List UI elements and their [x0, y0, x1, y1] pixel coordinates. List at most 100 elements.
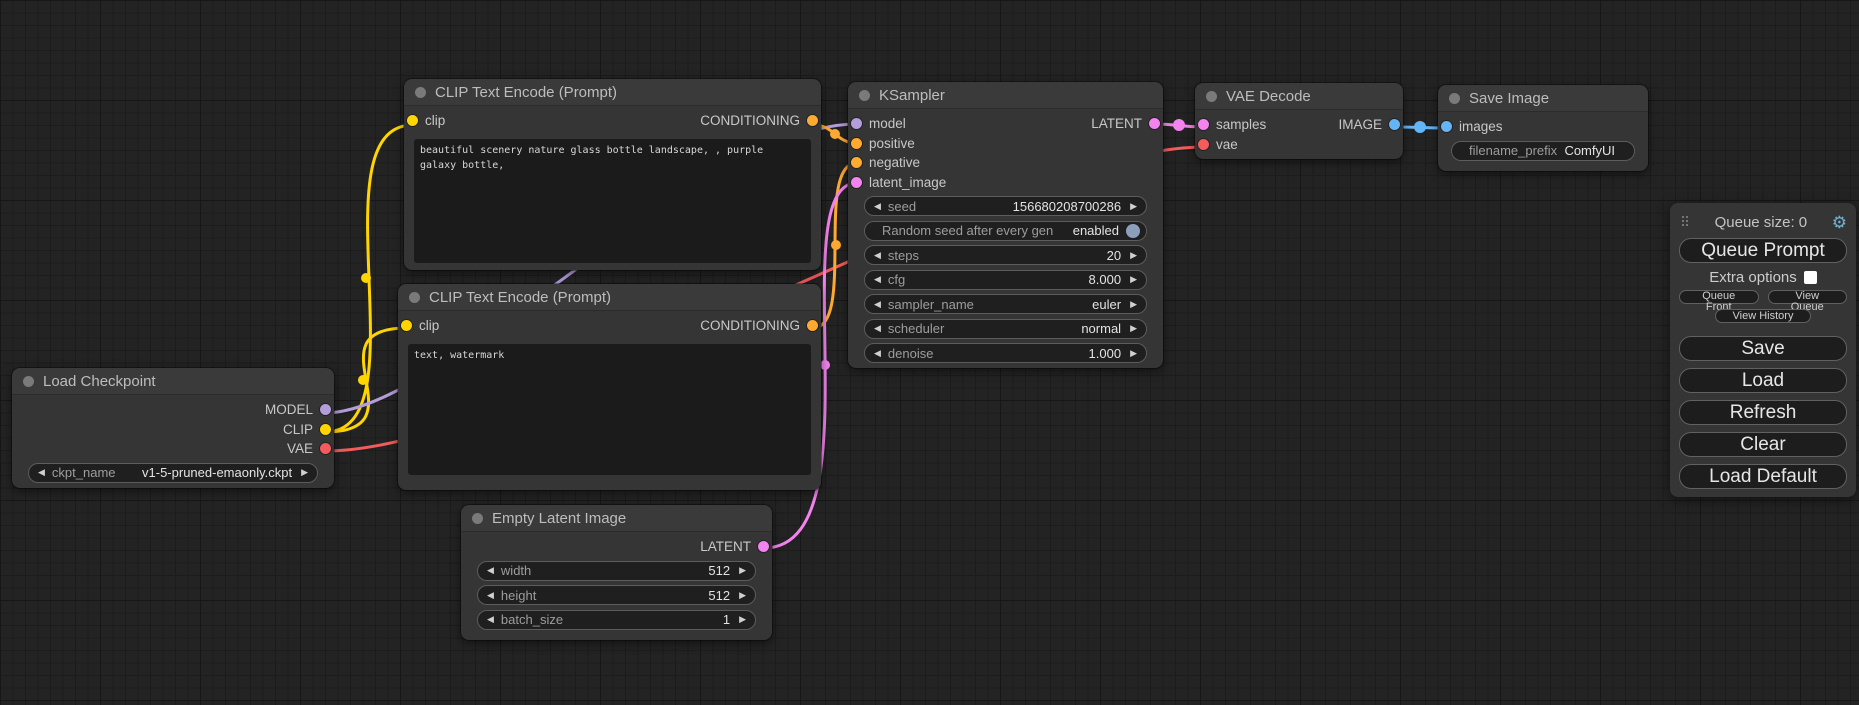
output-pin-conditioning[interactable]	[807, 115, 818, 126]
save-button[interactable]: Save	[1679, 336, 1847, 361]
output-pin-latent[interactable]	[758, 541, 769, 552]
increment-arrow-icon[interactable]: ▶	[1130, 275, 1137, 284]
output-pin-latent[interactable]	[1149, 118, 1160, 129]
widget-label: filename_prefix	[1469, 143, 1557, 158]
wire-midpoint-dot	[820, 360, 830, 370]
settings-gear-icon[interactable]: ⚙	[1832, 214, 1847, 231]
node-title: KSampler	[879, 87, 945, 104]
widget-label: denoise	[888, 346, 934, 361]
input-pin-images[interactable]	[1441, 121, 1452, 132]
increment-arrow-icon[interactable]: ▶	[1130, 349, 1137, 358]
widget-label: seed	[888, 199, 916, 214]
output-pin-image[interactable]	[1389, 119, 1400, 130]
node-header[interactable]: CLIP Text Encode (Prompt)	[398, 284, 821, 311]
input-label-images: images	[1459, 119, 1503, 134]
widget-denoise[interactable]: ◀ denoise 1.000 ▶	[864, 343, 1147, 363]
input-pin-samples[interactable]	[1198, 119, 1209, 130]
increment-arrow-icon[interactable]: ▶	[1130, 202, 1137, 211]
decrement-arrow-icon[interactable]: ◀	[874, 349, 881, 358]
output-pin-vae[interactable]	[320, 443, 331, 454]
output-pin-conditioning[interactable]	[807, 320, 818, 331]
widget-steps[interactable]: ◀ steps 20 ▶	[864, 245, 1147, 265]
input-pin-latent-image[interactable]	[851, 177, 862, 188]
decrement-arrow-icon[interactable]: ◀	[874, 300, 881, 309]
prompt-textarea[interactable]: text, watermark	[408, 344, 811, 475]
input-pin-clip[interactable]	[401, 320, 412, 331]
decrement-arrow-icon[interactable]: ◀	[487, 566, 494, 575]
decrement-arrow-icon[interactable]: ◀	[874, 324, 881, 333]
widget-label: cfg	[888, 272, 905, 287]
input-pin-model[interactable]	[851, 118, 862, 129]
node-title: CLIP Text Encode (Prompt)	[429, 289, 611, 306]
output-pin-model[interactable]	[320, 404, 331, 415]
queue-menu-panel: Queue size: 0 ⚙ Queue Prompt Extra optio…	[1670, 203, 1856, 497]
widget-scheduler[interactable]: ◀ scheduler normal ▶	[864, 319, 1147, 339]
widget-sampler-name[interactable]: ◀ sampler_name euler ▶	[864, 294, 1147, 314]
view-queue-button[interactable]: View Queue	[1768, 290, 1848, 304]
view-history-button[interactable]: View History	[1715, 309, 1811, 323]
decrement-arrow-icon[interactable]: ◀	[487, 615, 494, 624]
input-pin-clip[interactable]	[407, 115, 418, 126]
increment-arrow-icon[interactable]: ▶	[739, 591, 746, 600]
widget-height[interactable]: ◀ height 512 ▶	[477, 585, 756, 605]
increment-arrow-icon[interactable]: ▶	[1130, 300, 1137, 309]
extra-options-checkbox[interactable]	[1804, 271, 1817, 284]
toggle-indicator[interactable]	[1126, 224, 1140, 238]
node-collapse-dot[interactable]	[415, 87, 426, 98]
queue-prompt-button[interactable]: Queue Prompt	[1679, 238, 1847, 263]
node-title: Empty Latent Image	[492, 510, 626, 527]
clear-button[interactable]: Clear	[1679, 432, 1847, 457]
decrement-arrow-icon[interactable]: ◀	[874, 202, 881, 211]
load-button[interactable]: Load	[1679, 368, 1847, 393]
input-pin-positive[interactable]	[851, 138, 862, 149]
node-header[interactable]: Load Checkpoint	[12, 368, 334, 395]
node-header[interactable]: Save Image	[1438, 85, 1648, 112]
extra-options-label: Extra options	[1709, 269, 1797, 286]
increment-arrow-icon[interactable]: ▶	[739, 566, 746, 575]
wire-midpoint-dot	[830, 129, 840, 139]
output-label-latent: LATENT	[1091, 116, 1142, 131]
increment-arrow-icon[interactable]: ▶	[739, 615, 746, 624]
output-pin-clip[interactable]	[320, 424, 331, 435]
widget-seed[interactable]: ◀ seed 156680208700286 ▶	[864, 196, 1147, 216]
decrement-arrow-icon[interactable]: ◀	[487, 591, 494, 600]
node-collapse-dot[interactable]	[1206, 91, 1217, 102]
node-header[interactable]: Empty Latent Image	[461, 505, 772, 532]
decrement-arrow-icon[interactable]: ◀	[874, 275, 881, 284]
wire-midpoint-dot	[831, 240, 841, 250]
decrement-arrow-icon[interactable]: ◀	[38, 468, 45, 477]
node-header[interactable]: VAE Decode	[1195, 83, 1403, 110]
widget-label: height	[501, 588, 536, 603]
decrement-arrow-icon[interactable]: ◀	[874, 251, 881, 260]
widget-random-seed-toggle[interactable]: Random seed after every gen enabled	[864, 221, 1147, 241]
increment-arrow-icon[interactable]: ▶	[1130, 324, 1137, 333]
node-empty-latent-image: Empty Latent Image LATENT ◀ width 512 ▶ …	[461, 505, 772, 640]
widget-filename-prefix[interactable]: filename_prefix ComfyUI	[1451, 141, 1635, 161]
input-pin-vae[interactable]	[1198, 139, 1209, 150]
widget-label: Random seed after every gen	[882, 223, 1053, 238]
node-header[interactable]: CLIP Text Encode (Prompt)	[404, 79, 821, 106]
node-header[interactable]: KSampler	[848, 82, 1163, 109]
node-graph-canvas[interactable]: Load Checkpoint MODEL CLIP VAE ◀ ckpt_na…	[0, 0, 1859, 705]
node-collapse-dot[interactable]	[23, 376, 34, 387]
prompt-textarea[interactable]: beautiful scenery nature glass bottle la…	[414, 139, 811, 263]
load-default-button[interactable]: Load Default	[1679, 464, 1847, 489]
queue-front-button[interactable]: Queue Front	[1679, 290, 1759, 304]
node-collapse-dot[interactable]	[409, 292, 420, 303]
widget-value: 20	[1107, 248, 1121, 263]
node-collapse-dot[interactable]	[472, 513, 483, 524]
node-collapse-dot[interactable]	[1449, 93, 1460, 104]
output-label-conditioning: CONDITIONING	[700, 318, 800, 333]
widget-width[interactable]: ◀ width 512 ▶	[477, 561, 756, 581]
increment-arrow-icon[interactable]: ▶	[1130, 251, 1137, 260]
increment-arrow-icon[interactable]: ▶	[301, 468, 308, 477]
node-collapse-dot[interactable]	[859, 90, 870, 101]
input-pin-negative[interactable]	[851, 157, 862, 168]
drag-handle-icon[interactable]	[1682, 216, 1690, 228]
output-label-latent: LATENT	[700, 539, 751, 554]
refresh-button[interactable]: Refresh	[1679, 400, 1847, 425]
widget-batch-size[interactable]: ◀ batch_size 1 ▶	[477, 610, 756, 630]
widget-ckpt-name[interactable]: ◀ ckpt_name v1-5-pruned-emaonly.ckpt ▶	[28, 463, 318, 483]
widget-cfg[interactable]: ◀ cfg 8.000 ▶	[864, 270, 1147, 290]
node-title: Save Image	[1469, 90, 1549, 107]
